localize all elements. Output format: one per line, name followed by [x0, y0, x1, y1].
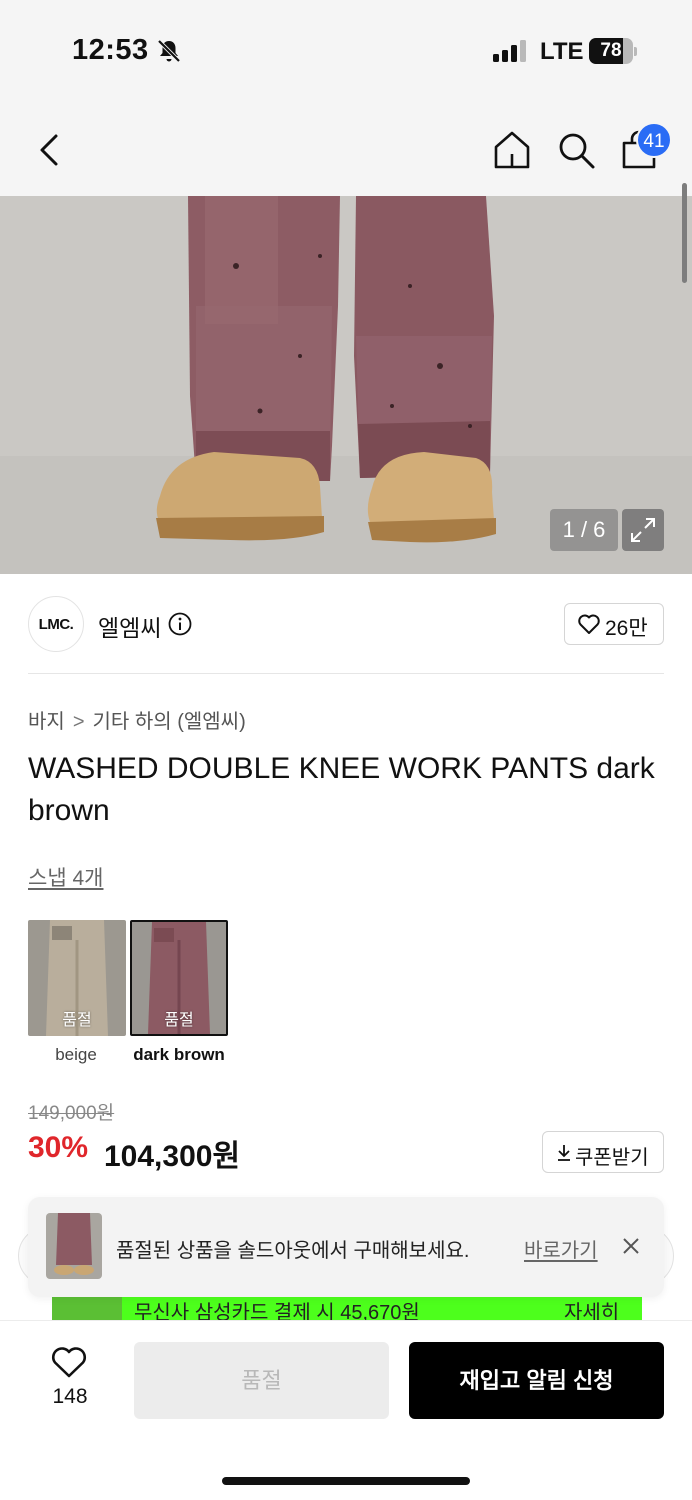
soldout-toast: 품절된 상품을 솔드아웃에서 구매해보세요. 바로가기 [28, 1197, 664, 1297]
back-chevron-icon[interactable] [30, 126, 70, 174]
heart-icon [578, 614, 600, 634]
soldout-button[interactable]: 품절 [134, 1342, 389, 1419]
breadcrumb-subcategory[interactable]: 기타 하의 (엘엠씨) [93, 711, 246, 733]
breadcrumb-category[interactable]: 바지 [28, 711, 65, 733]
heart-icon[interactable] [50, 1345, 88, 1379]
product-page: 12:53 LTE 78 41 1 / 6 LMC. 엘엠씨 26만 바지 > … [0, 0, 692, 1500]
signal-icon [493, 40, 526, 62]
color-name-dark-brown: dark brown [133, 1045, 225, 1064]
promo-text: 무신사 삼성카드 결제 시 45,670원 [134, 1302, 420, 1322]
cart-count-badge: 41 [636, 122, 672, 158]
brand-like-count: 26만 [605, 617, 648, 640]
expand-icon[interactable] [622, 509, 664, 551]
scrollbar [682, 183, 687, 283]
product-title: WASHED DOUBLE KNEE WORK PANTS dark brown [28, 752, 655, 827]
divider [28, 673, 664, 674]
brand-logo[interactable]: LMC. [28, 596, 84, 652]
coupon-button[interactable]: 쿠폰받기 [542, 1131, 664, 1173]
sale-price: 104,300원 [104, 1140, 241, 1173]
battery-icon: 78 [589, 38, 637, 64]
status-bar: 12:53 LTE 78 [0, 0, 692, 104]
close-icon[interactable] [620, 1235, 642, 1257]
soldout-badge: 품절 [62, 1012, 92, 1029]
soldout-badge: 품절 [164, 1012, 194, 1029]
info-icon[interactable] [168, 612, 192, 636]
network-label: LTE [540, 38, 584, 65]
color-option-beige[interactable]: 품절 [28, 920, 126, 1036]
promo-detail-link[interactable]: 자세히 [564, 1296, 619, 1322]
breadcrumb: 바지 > 기타 하의 (엘엠씨) [28, 705, 246, 734]
snap-link[interactable]: 스냅 4개 [28, 862, 103, 892]
battery-percent: 78 [600, 40, 622, 61]
color-name-beige: beige [55, 1045, 97, 1064]
home-indicator [222, 1477, 470, 1485]
download-icon [558, 1145, 570, 1161]
brand-name[interactable]: 엘엠씨 [98, 609, 161, 643]
wish-count: 148 [52, 1385, 88, 1408]
toast-product-thumb [46, 1213, 102, 1279]
top-nav [0, 104, 692, 196]
color-option-dark-brown[interactable]: 품절 [130, 920, 228, 1036]
status-time: 12:53 [72, 34, 149, 66]
toast-go-link[interactable]: 바로가기 [524, 1234, 598, 1263]
original-price: 149,000원 [28, 1103, 115, 1124]
discount-rate: 30% [28, 1131, 89, 1164]
coupon-label: 쿠폰받기 [575, 1147, 649, 1169]
image-counter: 1 / 6 [550, 509, 618, 551]
restock-alert-button[interactable]: 재입고 알림 신청 [409, 1342, 664, 1419]
brand-like-button[interactable]: 26만 [564, 603, 664, 645]
home-icon[interactable] [490, 128, 534, 172]
bell-slash-icon [157, 39, 181, 63]
search-icon[interactable] [554, 128, 598, 172]
breadcrumb-separator: > [72, 711, 85, 733]
toast-message: 품절된 상품을 솔드아웃에서 구매해보세요. [116, 1240, 470, 1262]
